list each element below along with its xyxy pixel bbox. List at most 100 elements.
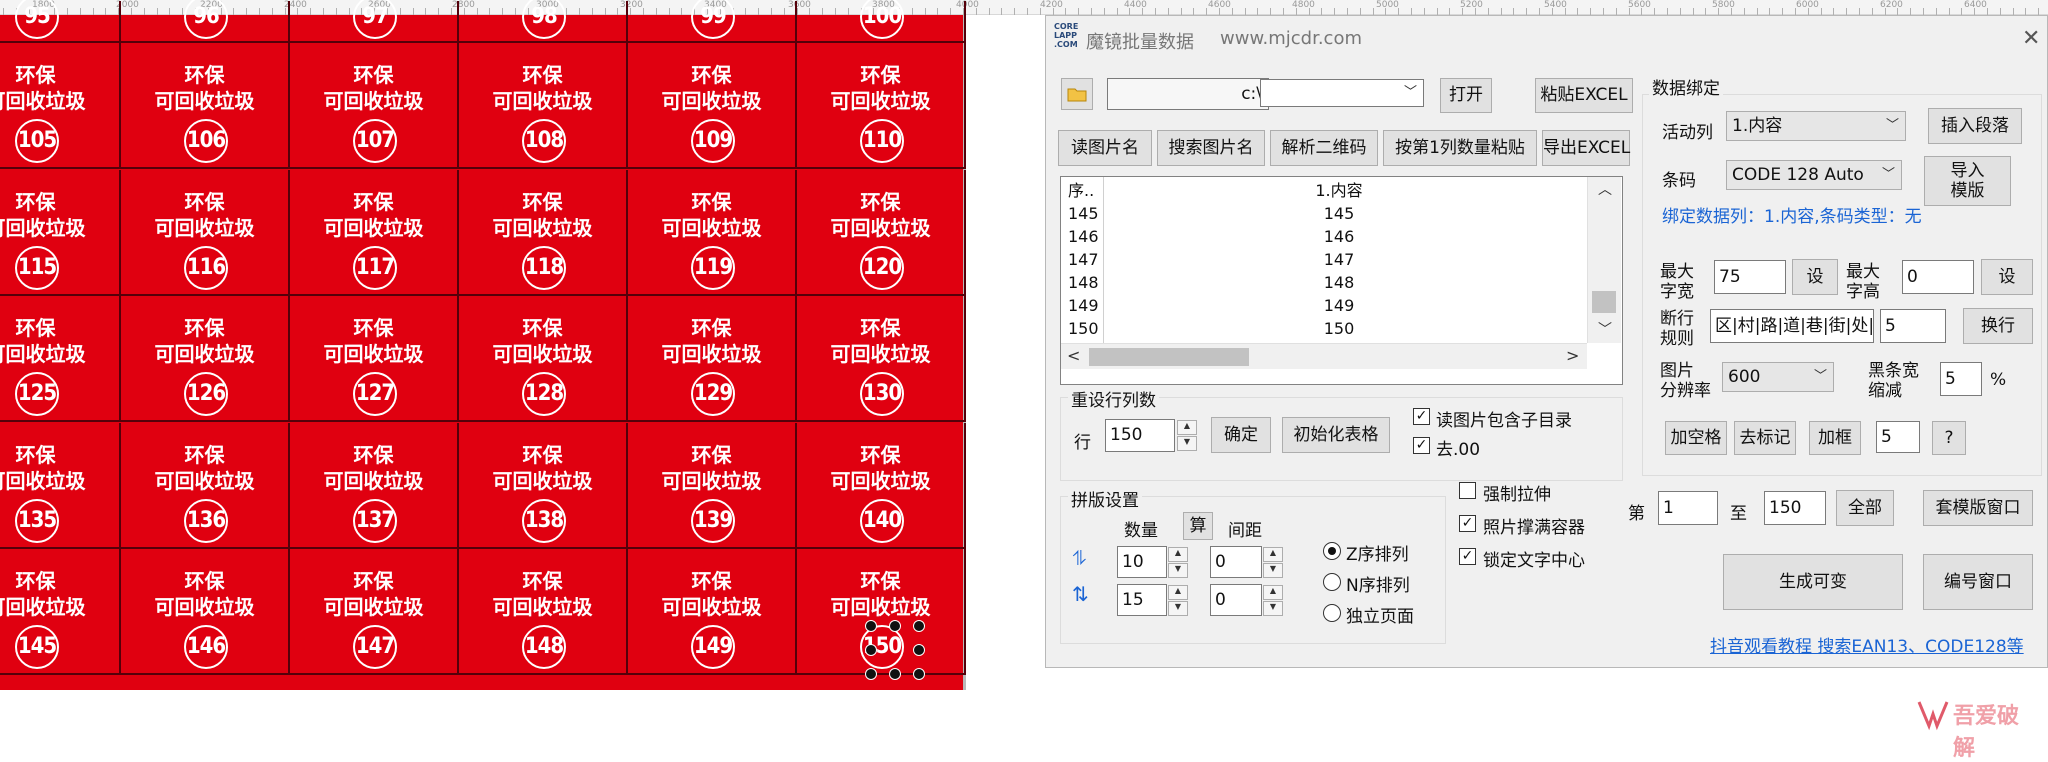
v-gap-input[interactable]: 0 xyxy=(1210,584,1262,616)
force-stretch-checkbox[interactable] xyxy=(1459,482,1476,499)
h-gap-down[interactable]: ▼ xyxy=(1263,563,1283,578)
h-count-input[interactable]: 10 xyxy=(1117,546,1167,578)
v-gap-down[interactable]: ▼ xyxy=(1263,601,1283,616)
tab-decode-qr[interactable]: 解析二维码 xyxy=(1270,130,1378,166)
paste-excel-button[interactable]: 粘贴EXCEL xyxy=(1535,78,1633,113)
radio-z-order[interactable] xyxy=(1323,542,1341,560)
label-card[interactable]: 环保 可回收垃圾 126 xyxy=(121,296,290,422)
radio-single-page[interactable] xyxy=(1323,604,1341,622)
tab-read-image-names[interactable]: 读图片名 xyxy=(1058,130,1152,166)
horizontal-scrollbar[interactable]: < > xyxy=(1061,343,1587,369)
scroll-thumb[interactable] xyxy=(1592,291,1616,313)
label-card[interactable]: 环保可回收垃圾 135 xyxy=(0,422,121,549)
label-card[interactable]: 环保 可回收垃圾 150 xyxy=(797,549,966,675)
selection-handle[interactable] xyxy=(889,668,901,680)
label-card[interactable]: 环保可回收垃圾 115 xyxy=(0,169,121,296)
remove-mark-button[interactable]: 去标记 xyxy=(1734,421,1796,455)
insert-paragraph-button[interactable]: 插入段落 xyxy=(1928,108,2022,144)
table-row[interactable]: 146 146 xyxy=(1061,225,1581,248)
label-card[interactable]: 环保 可回收垃圾 119 xyxy=(628,169,797,296)
border-value-input[interactable]: 5 xyxy=(1876,421,1920,453)
table-row[interactable]: 147 147 xyxy=(1061,248,1581,271)
max-height-input[interactable]: 0 xyxy=(1902,260,1974,294)
selection-handle[interactable] xyxy=(913,668,925,680)
active-column-select[interactable]: 1.内容 ﹀ xyxy=(1726,111,1906,141)
add-space-button[interactable]: 加空格 xyxy=(1665,421,1727,455)
close-icon[interactable]: ✕ xyxy=(2022,26,2040,51)
path-dropdown[interactable]: ﹀ xyxy=(1260,79,1424,107)
label-card[interactable]: 环保 可回收垃圾 128 xyxy=(459,296,628,422)
resolution-select[interactable]: 600 ﹀ xyxy=(1722,362,1834,392)
label-card[interactable]: 97 xyxy=(290,0,459,43)
lock-text-center-checkbox[interactable]: ✓ xyxy=(1459,548,1476,565)
data-grid[interactable]: 序.. 1.内容 145 145 146 146 147 147 148 148 149 149 1… xyxy=(1060,176,1623,385)
fill-container-checkbox[interactable]: ✓ xyxy=(1459,515,1476,532)
max-width-input[interactable]: 75 xyxy=(1714,260,1786,294)
label-card[interactable]: 环保 可回收垃圾 130 xyxy=(797,296,966,422)
generate-variable-button[interactable]: 生成可变 xyxy=(1723,554,1903,610)
break-count-input[interactable]: 5 xyxy=(1880,309,1946,343)
label-card[interactable]: 环保 可回收垃圾 106 xyxy=(121,43,290,169)
selection-handle[interactable] xyxy=(913,644,925,656)
folder-button[interactable] xyxy=(1061,78,1093,110)
label-card[interactable]: 环保可回收垃圾 105 xyxy=(0,43,121,169)
label-card[interactable]: 环保 可回收垃圾 136 xyxy=(121,422,290,549)
selection-handle[interactable] xyxy=(913,620,925,632)
selection-handle[interactable] xyxy=(865,644,877,656)
remove-dot00-checkbox[interactable]: ✓ xyxy=(1413,437,1430,454)
label-card[interactable]: 环保 可回收垃圾 146 xyxy=(121,549,290,675)
label-card[interactable]: 环保 可回收垃圾 138 xyxy=(459,422,628,549)
include-subdir-checkbox[interactable]: ✓ xyxy=(1413,408,1430,425)
number-window-button[interactable]: 编号窗口 xyxy=(1923,554,2033,610)
bar-shrink-input[interactable]: 5 xyxy=(1940,362,1982,396)
h-gap-input[interactable]: 0 xyxy=(1210,546,1262,578)
confirm-button[interactable]: 确定 xyxy=(1211,417,1271,453)
label-card[interactable]: 99 xyxy=(628,0,797,43)
scroll-right-icon[interactable]: > xyxy=(1566,346,1579,365)
label-card[interactable]: 环保 可回收垃圾 117 xyxy=(290,169,459,296)
v-count-input[interactable]: 15 xyxy=(1117,584,1167,616)
label-card[interactable]: 100 xyxy=(797,0,966,43)
set-width-button[interactable]: 设 xyxy=(1792,259,1838,295)
v-count-down[interactable]: ▼ xyxy=(1168,601,1188,616)
tab-paste-by-count[interactable]: 按第1列数量粘贴 xyxy=(1383,130,1537,166)
design-canvas[interactable]: 9596979899100环保可回收垃圾105环保可回收垃圾106环保可回收垃圾… xyxy=(0,0,966,690)
label-card[interactable]: 环保 可回收垃圾 129 xyxy=(628,296,797,422)
radio-n-order[interactable] xyxy=(1323,573,1341,591)
v-count-up[interactable]: ▲ xyxy=(1168,585,1188,600)
template-window-button[interactable]: 套模版窗口 xyxy=(1923,490,2033,526)
selection-handle[interactable] xyxy=(889,620,901,632)
label-card[interactable]: 环保 可回收垃圾 107 xyxy=(290,43,459,169)
path-input[interactable]: c:\ xyxy=(1107,78,1269,110)
barcode-select[interactable]: CODE 128 Auto ﹀ xyxy=(1726,160,1902,190)
label-card[interactable]: 环保 可回收垃圾 110 xyxy=(797,43,966,169)
tab-export-excel[interactable]: 导出EXCEL xyxy=(1542,130,1630,166)
calc-button[interactable]: 算 xyxy=(1183,512,1213,540)
selection-handle[interactable] xyxy=(865,620,877,632)
hscroll-thumb[interactable] xyxy=(1089,348,1249,366)
break-rule-input[interactable]: 区|村|路|道|巷|街|处| xyxy=(1710,309,1874,343)
vertical-scrollbar[interactable]: ︿ ﹀ xyxy=(1587,177,1621,343)
tab-search-image-names[interactable]: 搜索图片名 xyxy=(1157,130,1265,166)
scroll-left-icon[interactable]: < xyxy=(1067,346,1080,365)
label-card[interactable]: 环保 可回收垃圾 140 xyxy=(797,422,966,549)
h-count-down[interactable]: ▼ xyxy=(1168,563,1188,578)
label-card[interactable]: 98 xyxy=(459,0,628,43)
add-border-button[interactable]: 加框 xyxy=(1809,421,1861,455)
selection-handle[interactable] xyxy=(865,668,877,680)
v-gap-up[interactable]: ▲ xyxy=(1263,585,1283,600)
set-height-button[interactable]: 设 xyxy=(1981,259,2033,295)
label-card[interactable]: 环保 可回收垃圾 118 xyxy=(459,169,628,296)
label-card[interactable]: 环保 可回收垃圾 108 xyxy=(459,43,628,169)
label-card[interactable]: 96 xyxy=(121,0,290,43)
label-card[interactable]: 环保 可回收垃圾 109 xyxy=(628,43,797,169)
label-card[interactable]: 环保 可回收垃圾 127 xyxy=(290,296,459,422)
scroll-up-icon[interactable]: ︿ xyxy=(1598,179,1612,199)
label-card[interactable]: 环保可回收垃圾 145 xyxy=(0,549,121,675)
h-gap-up[interactable]: ▲ xyxy=(1263,547,1283,562)
scroll-down-icon[interactable]: ﹀ xyxy=(1598,319,1612,339)
tutorial-link[interactable]: 抖音观看教程 搜索EAN13、CODE128等 xyxy=(1710,632,2024,657)
range-to-input[interactable]: 150 xyxy=(1764,491,1826,525)
label-card[interactable]: 环保 可回收垃圾 149 xyxy=(628,549,797,675)
all-button[interactable]: 全部 xyxy=(1836,490,1894,526)
